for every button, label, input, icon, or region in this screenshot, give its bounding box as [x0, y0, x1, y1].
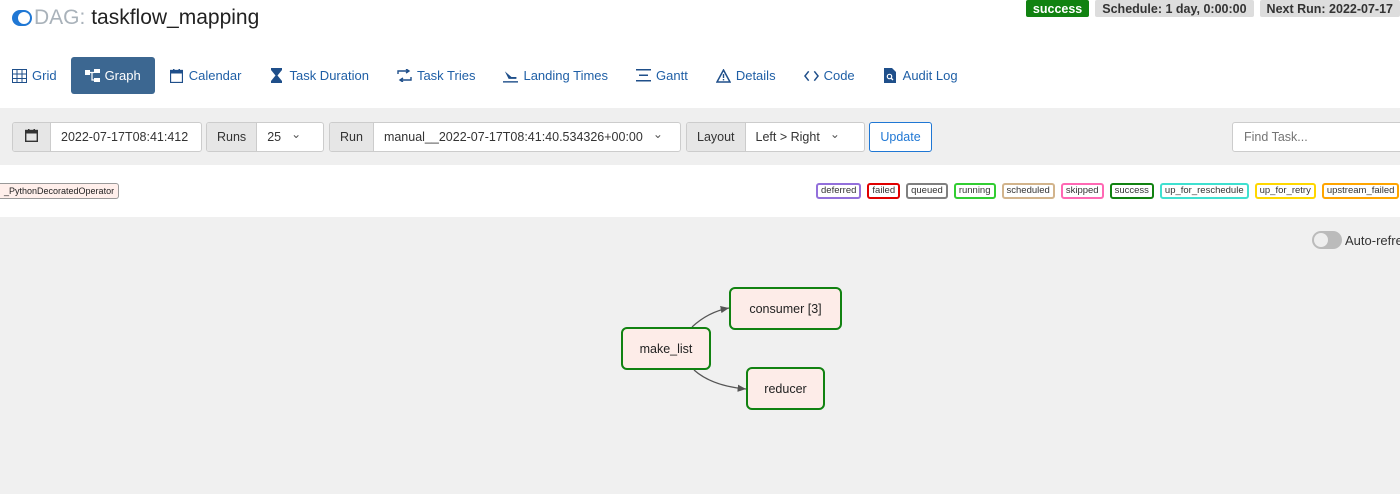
tab-code[interactable]: Code [790, 57, 869, 94]
landing-icon [503, 68, 519, 83]
next-run-badge: Next Run: 2022-07-17 [1259, 0, 1400, 17]
warning-triangle-icon [715, 68, 731, 83]
tab-label: Details [735, 68, 776, 83]
dag-info-badges: success Schedule: 1 day, 0:00:00 Next Ru… [1025, 0, 1400, 17]
grid-icon [12, 68, 27, 83]
edge-make-list-to-reducer [693, 369, 747, 392]
state-legend-queued[interactable]: queued [906, 183, 948, 199]
task-node-reducer[interactable]: reducer [746, 367, 825, 410]
tab-label: Grid [32, 68, 57, 83]
state-legend-up-for-reschedule[interactable]: up_for_reschedule [1159, 183, 1249, 199]
graph-toolbar: 2022-07-17T08:41:412 Runs 25 Run manual_… [0, 108, 1400, 165]
task-node-consumer[interactable]: consumer [3] [729, 287, 842, 330]
tab-calendar[interactable]: Calendar [155, 57, 256, 94]
tab-label: Landing Times [523, 68, 609, 83]
schedule-badge: Schedule: 1 day, 0:00:00 [1095, 0, 1254, 17]
state-legend-skipped[interactable]: skipped [1060, 183, 1104, 199]
view-tabs: Grid Graph Calendar Task Duration Task T… [0, 57, 972, 94]
tab-graph[interactable]: Graph [70, 57, 155, 94]
tab-grid[interactable]: Grid [0, 57, 71, 94]
graph-icon [84, 68, 100, 83]
tab-audit-log[interactable]: Audit Log [869, 57, 972, 94]
task-node-make-list[interactable]: make_list [621, 327, 711, 370]
layout-label: Layout [687, 123, 746, 151]
retry-icon [397, 68, 412, 83]
state-legend-success[interactable]: success [1109, 183, 1154, 199]
edge-make-list-to-consumer [691, 306, 730, 328]
header: DAG: taskflow_mapping success Schedule: … [0, 0, 1400, 44]
calendar-icon [24, 129, 39, 145]
update-button[interactable]: Update [869, 122, 932, 152]
hourglass-icon [269, 68, 284, 83]
legend: _PythonDecoratedOperator deferred failed q… [0, 165, 1400, 217]
layout-select[interactable]: Left > Right [746, 123, 850, 151]
tab-details[interactable]: Details [702, 57, 790, 94]
state-legend-running[interactable]: running [953, 183, 996, 199]
tab-label: Gantt [656, 68, 688, 83]
state-legend-failed[interactable]: failed [867, 183, 901, 199]
tab-task-duration[interactable]: Task Duration [255, 57, 382, 94]
tab-task-tries[interactable]: Task Tries [383, 57, 490, 94]
base-date-group: 2022-07-17T08:41:412 [12, 122, 202, 152]
run-group: Run manual__2022-07-17T08:41:40.534326+0… [329, 122, 681, 152]
runs-group: Runs 25 [206, 122, 324, 152]
tab-label: Task Duration [289, 68, 369, 83]
status-badge: success [1025, 0, 1090, 17]
state-legend-deferred[interactable]: deferred [816, 183, 862, 199]
dag-pause-toggle[interactable] [12, 10, 32, 26]
state-legend-scheduled[interactable]: scheduled [1001, 183, 1055, 199]
run-label: Run [330, 123, 374, 151]
tab-landing-times[interactable]: Landing Times [489, 57, 622, 94]
tab-gantt[interactable]: Gantt [622, 57, 702, 94]
gantt-icon [636, 68, 652, 83]
tab-label: Audit Log [902, 68, 958, 83]
tab-label: Graph [104, 68, 141, 83]
dag-name: taskflow_mapping [91, 6, 260, 29]
tab-label: Code [823, 68, 855, 83]
find-task-input[interactable] [1232, 122, 1400, 152]
code-icon [803, 68, 819, 83]
run-select[interactable]: manual__2022-07-17T08:41:40.534326+00:00 [374, 123, 673, 151]
runs-select[interactable]: 25 [257, 123, 311, 151]
tab-label: Task Tries [416, 68, 476, 83]
operator-legend-chip: _PythonDecoratedOperator [0, 183, 120, 199]
calendar-icon [169, 68, 184, 83]
state-legend: deferred failed queued running scheduled skip… [816, 183, 1400, 199]
audit-log-icon [883, 68, 898, 83]
layout-group: Layout Left > Right [686, 122, 865, 152]
dag-prefix: DAG: [34, 6, 86, 29]
page-title: DAG: taskflow_mapping [34, 6, 259, 30]
graph-canvas[interactable]: Auto-refresh make_list consumer [3] redu… [0, 217, 1400, 494]
state-legend-up-for-retry[interactable]: up_for_retry [1254, 183, 1316, 199]
base-date-input[interactable]: 2022-07-17T08:41:412 [51, 123, 198, 151]
state-legend-upstream-failed[interactable]: upstream_failed [1321, 183, 1400, 199]
runs-label: Runs [207, 123, 258, 151]
tab-label: Calendar [188, 68, 242, 83]
date-picker-button[interactable] [13, 123, 51, 151]
